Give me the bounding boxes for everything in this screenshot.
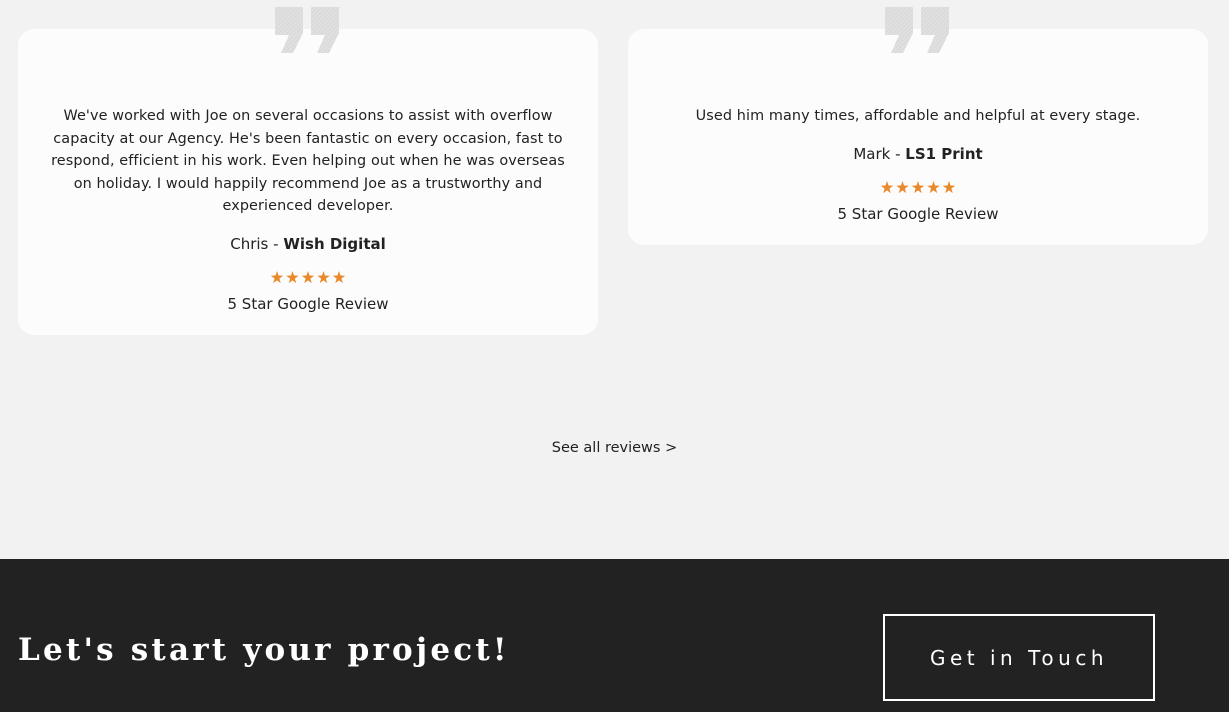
reviewer-line: Chris - Wish Digital — [18, 234, 598, 254]
reviewer-separator: - — [890, 145, 906, 163]
star-icon — [332, 271, 346, 284]
star-icon — [286, 271, 299, 284]
star-icon — [317, 271, 330, 284]
review-text: We've worked with Joe on several occasio… — [51, 108, 565, 215]
cta-section: Let's start your project! Get in Touch — [0, 559, 1229, 712]
reviewer-name: Mark — [853, 145, 891, 163]
star-icon — [270, 271, 284, 284]
reviewer-separator: - — [268, 235, 284, 253]
star-icon — [896, 181, 909, 194]
quote-icon — [885, 7, 949, 53]
review-card: We've worked with Joe on several occasio… — [18, 7, 598, 335]
testimonials-page: We've worked with Joe on several occasio… — [0, 0, 1229, 712]
star-icon — [880, 181, 894, 194]
star-icon — [911, 181, 925, 194]
star-rating — [628, 181, 1208, 195]
star-rating — [18, 271, 598, 285]
star-icon — [927, 181, 940, 194]
get-in-touch-button[interactable]: Get in Touch — [883, 614, 1155, 701]
quote-icon — [275, 7, 339, 53]
star-icon — [942, 181, 956, 194]
reviewer-company: Wish Digital — [283, 235, 386, 253]
reviewer-name: Chris — [230, 235, 269, 253]
review-text: Used him many times, affordable and help… — [695, 108, 1141, 124]
rating-label: 5 Star Google Review — [227, 295, 389, 313]
review-card: Used him many times, affordable and help… — [628, 7, 1208, 245]
cta-title: Let's start your project! — [18, 632, 510, 668]
reviewer-company: LS1 Print — [905, 145, 983, 163]
reviewer-line: Mark - LS1 Print — [628, 144, 1208, 164]
star-icon — [301, 271, 315, 284]
see-all-reviews-link[interactable]: See all reviews > — [0, 438, 1229, 458]
rating-label: 5 Star Google Review — [837, 205, 999, 223]
